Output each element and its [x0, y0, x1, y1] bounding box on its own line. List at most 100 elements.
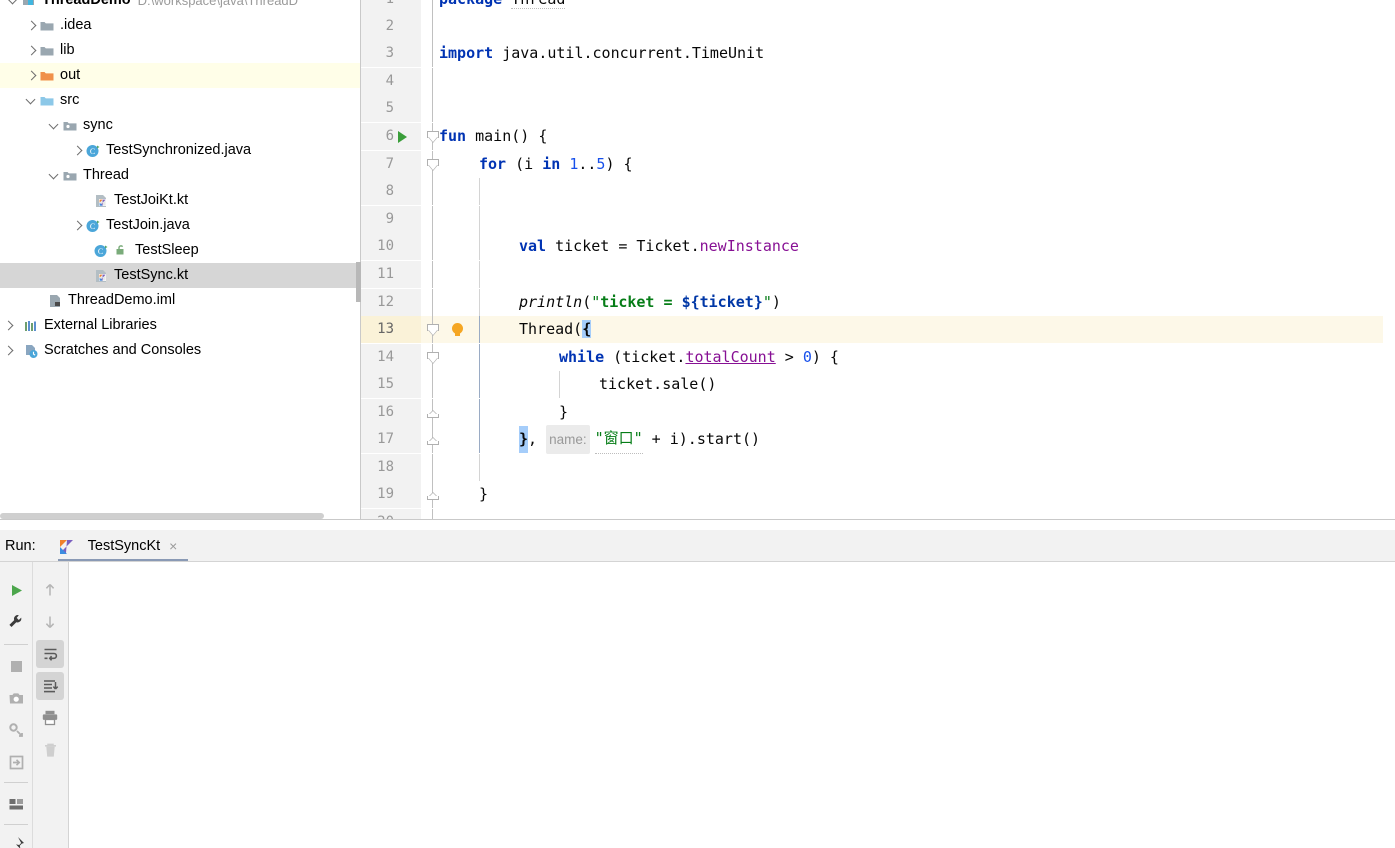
- code-line[interactable]: 8: [361, 178, 1395, 206]
- code-line[interactable]: 16 }: [361, 399, 1395, 427]
- chevron-down-icon[interactable]: [47, 118, 62, 133]
- tree-item-sync[interactable]: sync: [0, 113, 360, 138]
- code-line[interactable]: 4: [361, 68, 1395, 96]
- editor-gutter[interactable]: 4: [361, 68, 421, 96]
- chevron-down-icon[interactable]: [47, 168, 62, 183]
- code-line[interactable]: 15 ticket.sale(): [361, 371, 1395, 399]
- editor-gutter[interactable]: 6: [361, 123, 421, 151]
- code-line[interactable]: 5: [361, 95, 1395, 123]
- tree-item-testjoikt-kt[interactable]: TestJoiKt.kt: [0, 188, 360, 213]
- dump-threads-button[interactable]: [2, 684, 30, 712]
- code-line[interactable]: 3 import java.util.concurrent.TimeUnit: [361, 40, 1395, 68]
- editor-gutter[interactable]: 3: [361, 40, 421, 68]
- chevron-down-icon[interactable]: [24, 93, 39, 108]
- tree-item-testsleep[interactable]: C TestSleep: [0, 238, 360, 263]
- tree-item-testjoin-java[interactable]: C TestJoin.java: [0, 213, 360, 238]
- code-line[interactable]: 2: [361, 13, 1395, 41]
- fold-column[interactable]: [421, 261, 439, 289]
- editor-gutter[interactable]: 2: [361, 13, 421, 41]
- fold-column[interactable]: [421, 454, 439, 482]
- layout-settings-button[interactable]: [2, 790, 30, 818]
- tree-item-external-libraries[interactable]: External Libraries: [0, 313, 360, 338]
- chevron-right-icon[interactable]: [1, 318, 16, 333]
- tree-item-testsynchronized-java[interactable]: C TestSynchronized.java: [0, 138, 360, 163]
- restore-layout-button[interactable]: [2, 716, 30, 744]
- edit-configurations-button[interactable]: [2, 608, 30, 636]
- stop-button[interactable]: [2, 652, 30, 680]
- tree-item-threaddemo[interactable]: ThreadDemo D:\workspace\java\ThreadD: [0, 0, 360, 13]
- soft-wrap-button[interactable]: [36, 640, 64, 668]
- project-tool-window[interactable]: ThreadDemo D:\workspace\java\ThreadD .id…: [0, 0, 360, 519]
- editor-gutter[interactable]: 7: [361, 151, 421, 179]
- code-line[interactable]: 11: [361, 261, 1395, 289]
- fold-expanded-icon[interactable]: [427, 131, 439, 142]
- fold-column[interactable]: [421, 426, 439, 454]
- editor-gutter[interactable]: 20: [361, 509, 421, 519]
- chevron-right-icon[interactable]: [70, 218, 85, 233]
- fold-column[interactable]: [421, 399, 439, 427]
- code-line[interactable]: 17 }, name: "窗口" + i).start(): [361, 424, 1395, 455]
- editor-gutter[interactable]: 18: [361, 454, 421, 482]
- tree-item-out[interactable]: out: [0, 63, 360, 88]
- editor-gutter[interactable]: 14: [361, 344, 421, 372]
- fold-column[interactable]: [421, 178, 439, 206]
- editor-gutter[interactable]: 17: [361, 426, 421, 454]
- chevron-right-icon[interactable]: [24, 43, 39, 58]
- down-the-stack-trace-button[interactable]: [36, 608, 64, 636]
- editor-gutter[interactable]: 15: [361, 371, 421, 399]
- fold-column[interactable]: [421, 68, 439, 96]
- tree-item-testsync-kt[interactable]: TestSync.kt: [0, 263, 360, 288]
- editor-gutter[interactable]: 10: [361, 233, 421, 261]
- tree-item-thread-package[interactable]: Thread: [0, 163, 360, 188]
- fold-column[interactable]: [421, 344, 439, 372]
- intention-bulb-icon[interactable]: [452, 323, 463, 336]
- project-horizontal-scrollbar[interactable]: [0, 512, 360, 519]
- fold-column[interactable]: [421, 40, 439, 68]
- code-line[interactable]: 14 while (ticket.totalCount > 0) {: [361, 344, 1395, 372]
- chevron-right-icon[interactable]: [70, 143, 85, 158]
- editor-gutter[interactable]: 19: [361, 481, 421, 509]
- chevron-down-icon[interactable]: [6, 0, 21, 8]
- code-line-active[interactable]: 13 Thread({: [361, 316, 1395, 344]
- fold-end-icon[interactable]: [427, 490, 439, 500]
- fold-column[interactable]: [421, 13, 439, 41]
- rerun-button[interactable]: [2, 576, 30, 604]
- run-toolbar-secondary[interactable]: [33, 562, 68, 848]
- fold-column[interactable]: [421, 206, 439, 234]
- pin-tab-button[interactable]: [2, 830, 30, 848]
- close-icon[interactable]: ×: [169, 539, 177, 553]
- fold-end-icon[interactable]: [427, 435, 439, 445]
- fold-column[interactable]: [421, 151, 439, 179]
- code-line[interactable]: 18: [361, 454, 1395, 482]
- fold-column[interactable]: [421, 233, 439, 261]
- run-tool-window[interactable]: Run: TestSyncKt ×: [0, 530, 1395, 848]
- tree-item-idea[interactable]: .idea: [0, 13, 360, 38]
- editor-run-splitter[interactable]: [0, 519, 1395, 529]
- run-toolbar-primary[interactable]: [0, 562, 32, 848]
- scroll-to-end-button[interactable]: [36, 672, 64, 700]
- run-gutter-icon[interactable]: [398, 131, 407, 143]
- fold-expanded-icon[interactable]: [427, 159, 439, 170]
- fold-column[interactable]: [421, 509, 439, 519]
- fold-column[interactable]: [421, 371, 439, 399]
- code-line[interactable]: 19 }: [361, 481, 1395, 509]
- editor-gutter[interactable]: 13: [361, 316, 463, 344]
- editor-gutter[interactable]: 12: [361, 289, 421, 317]
- editor-marker-bar[interactable]: [1383, 0, 1395, 519]
- tree-item-src[interactable]: src: [0, 88, 360, 113]
- editor-gutter[interactable]: 11: [361, 261, 421, 289]
- fold-column[interactable]: [421, 316, 439, 344]
- code-editor[interactable]: 1 package Thread 2 3 import java.util.co…: [361, 0, 1395, 519]
- fold-column[interactable]: [421, 481, 439, 509]
- code-line[interactable]: 6 fun main() {: [361, 123, 1395, 151]
- tree-item-scratches-and-consoles[interactable]: Scratches and Consoles: [0, 338, 360, 363]
- code-line[interactable]: 7 for (i in 1..5) {: [361, 151, 1395, 179]
- editor-gutter[interactable]: 16: [361, 399, 421, 427]
- code-line[interactable]: 9: [361, 206, 1395, 234]
- editor-gutter[interactable]: 9: [361, 206, 421, 234]
- code-line[interactable]: 1 package Thread: [361, 0, 1395, 14]
- up-the-stack-trace-button[interactable]: [36, 576, 64, 604]
- fold-end-icon[interactable]: [427, 408, 439, 418]
- fold-column[interactable]: [421, 123, 439, 151]
- chevron-right-icon[interactable]: [24, 18, 39, 33]
